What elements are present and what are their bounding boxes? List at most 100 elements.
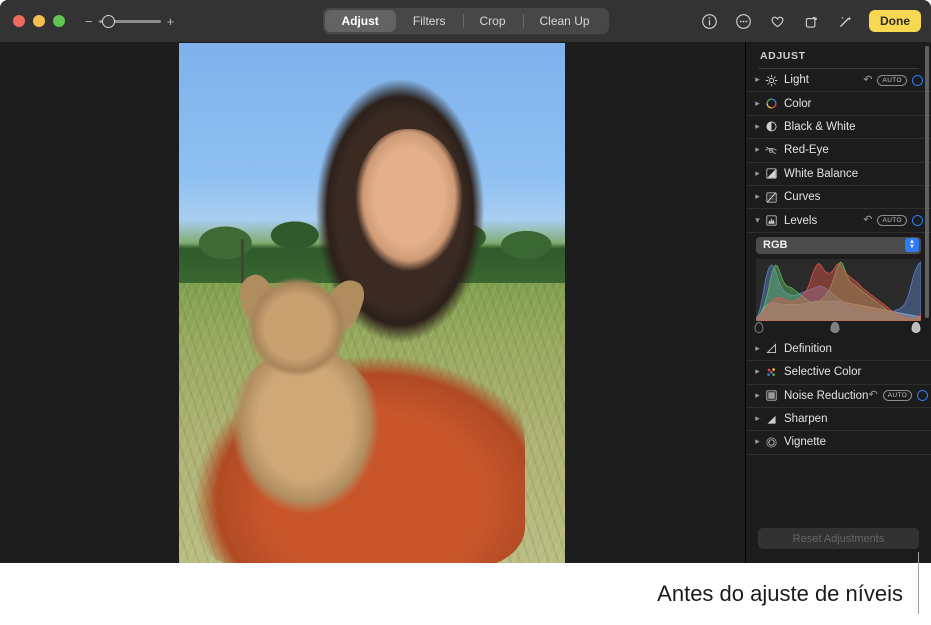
sidebar-item-label: Light — [784, 74, 809, 86]
sidebar-item-white-balance[interactable]: ▸ White Balance — [746, 163, 931, 186]
maximize-button[interactable] — [53, 15, 65, 27]
reset-adjustments-button[interactable]: Reset Adjustments — [758, 528, 919, 549]
favorite-heart-icon[interactable] — [767, 11, 787, 31]
minimize-button[interactable] — [33, 15, 45, 27]
sidebar-item-label: Black & White — [784, 121, 856, 133]
chevron-right-icon[interactable]: ▸ — [752, 145, 763, 155]
enable-toggle[interactable] — [917, 390, 928, 401]
sidebar-item-label: Color — [784, 98, 811, 110]
color-wheel-icon — [763, 96, 779, 112]
chevron-right-icon[interactable]: ▸ — [752, 169, 763, 179]
enable-toggle[interactable] — [912, 215, 923, 226]
white-point-handle[interactable] — [912, 322, 921, 333]
sidebar-item-vignette[interactable]: ▸ Vignette — [746, 431, 931, 454]
zoom-slider-knob[interactable] — [102, 15, 115, 28]
sidebar-title: ADJUST — [746, 42, 931, 68]
sidebar-item-label: Sharpen — [784, 413, 827, 425]
zoom-slider[interactable]: − + — [85, 15, 174, 28]
eye-slash-icon — [763, 142, 779, 158]
sidebar-item-label: Selective Color — [784, 366, 861, 378]
curves-grid-icon — [763, 189, 779, 205]
toolbar: − + Adjust Filters Crop Clean Up — [0, 0, 931, 42]
sidebar-item-black-and-white[interactable]: ▸ Black & White — [746, 116, 931, 139]
sidebar-item-label: Red-Eye — [784, 144, 829, 156]
sidebar-item-definition[interactable]: ▸ Definition — [746, 338, 931, 361]
dog-head — [239, 271, 355, 383]
noise-square-icon — [763, 388, 779, 404]
window-traffic-lights — [13, 15, 65, 27]
caption-text: Antes do ajuste de níveis — [657, 581, 903, 607]
zoom-out-icon[interactable]: − — [85, 15, 93, 28]
sidebar-item-label: Levels — [784, 215, 817, 227]
levels-icon — [763, 213, 779, 229]
levels-histogram[interactable] — [756, 259, 921, 334]
chevron-up-down-icon[interactable]: ▲▼ — [905, 238, 919, 252]
reset-arrow-icon[interactable]: ↶ — [863, 75, 872, 86]
sidebar-item-color[interactable]: ▸ Color — [746, 92, 931, 115]
chevron-right-icon[interactable]: ▸ — [752, 99, 763, 109]
levels-channel-select[interactable]: RGB ▲▼ — [756, 237, 921, 254]
levels-slider-track[interactable] — [756, 322, 921, 334]
midpoint-handle[interactable] — [831, 322, 840, 333]
sidebar-item-light[interactable]: ▸ Light ↶ AUTO — [746, 69, 931, 92]
row-controls: ↶ AUTO — [863, 75, 923, 86]
chevron-right-icon[interactable]: ▸ — [752, 437, 763, 447]
row-controls: ↶ AUTO — [868, 390, 928, 401]
tab-adjust[interactable]: Adjust — [324, 10, 395, 32]
auto-badge[interactable]: AUTO — [883, 390, 913, 401]
sun-icon — [763, 72, 779, 88]
reset-arrow-icon[interactable]: ↶ — [863, 215, 872, 226]
toolbar-actions: Done — [699, 0, 921, 42]
mode-segmented-control[interactable]: Adjust Filters Crop Clean Up — [322, 8, 608, 34]
photos-editor-screenshot: − + Adjust Filters Crop Clean Up — [0, 0, 931, 625]
sidebar-item-levels[interactable]: ▾ Levels ↶ AUTO — [746, 209, 931, 232]
image-canvas — [0, 42, 745, 563]
chevron-right-icon[interactable]: ▸ — [752, 367, 763, 377]
sidebar-item-curves[interactable]: ▸ Curves — [746, 186, 931, 209]
tab-crop[interactable]: Crop — [462, 10, 522, 32]
chevron-right-icon[interactable]: ▸ — [752, 391, 763, 401]
chevron-right-icon[interactable]: ▸ — [752, 192, 763, 202]
sidebar-item-red-eye[interactable]: ▸ Red-Eye — [746, 139, 931, 162]
sidebar-item-sharpen[interactable]: ▸ Sharpen — [746, 408, 931, 431]
chevron-right-icon[interactable]: ▸ — [752, 344, 763, 354]
sidebar-item-selective-color[interactable]: ▸ Selective Color — [746, 361, 931, 384]
done-button[interactable]: Done — [869, 10, 921, 32]
half-circle-icon — [763, 119, 779, 135]
sharpen-triangle-icon — [763, 411, 779, 427]
magic-wand-icon[interactable] — [835, 11, 855, 31]
info-icon[interactable] — [699, 11, 719, 31]
close-button[interactable] — [13, 15, 25, 27]
tab-filters[interactable]: Filters — [396, 10, 463, 32]
zoom-slider-track[interactable] — [99, 20, 161, 23]
rotate-icon[interactable] — [801, 11, 821, 31]
sidebar-item-noise-reduction[interactable]: ▸ Noise Reduction ↶ AUTO — [746, 385, 931, 408]
chevron-right-icon[interactable]: ▸ — [752, 122, 763, 132]
enable-toggle[interactable] — [912, 75, 923, 86]
gradient-square-icon — [763, 166, 779, 182]
chevron-down-icon[interactable]: ▾ — [752, 216, 763, 226]
chevron-right-icon[interactable]: ▸ — [752, 75, 763, 85]
sidebar-item-label: Vignette — [784, 436, 826, 448]
levels-channel-value: RGB — [763, 239, 787, 251]
sidebar-item-label: Definition — [784, 343, 832, 355]
row-controls: ↶ AUTO — [863, 215, 923, 226]
photo-preview[interactable] — [179, 43, 565, 563]
adjust-sidebar: ADJUST ▸ Light ↶ AUTO ▸ — [745, 42, 931, 563]
face — [355, 129, 463, 279]
auto-badge[interactable]: AUTO — [877, 215, 907, 226]
sidebar-item-label: White Balance — [784, 168, 858, 180]
sidebar-scrollbar[interactable] — [925, 46, 929, 318]
app-window: − + Adjust Filters Crop Clean Up — [0, 0, 931, 563]
vignette-circle-icon — [763, 434, 779, 450]
selective-color-icon — [763, 364, 779, 380]
chevron-right-icon[interactable]: ▸ — [752, 414, 763, 424]
black-point-handle[interactable] — [755, 322, 764, 333]
tab-clean-up[interactable]: Clean Up — [523, 10, 607, 32]
sidebar-item-label: Noise Reduction — [784, 390, 868, 402]
auto-badge[interactable]: AUTO — [877, 75, 907, 86]
callout-line — [918, 552, 919, 614]
zoom-in-icon[interactable]: + — [167, 15, 175, 28]
more-options-icon[interactable] — [733, 11, 753, 31]
reset-arrow-icon[interactable]: ↶ — [868, 390, 877, 401]
